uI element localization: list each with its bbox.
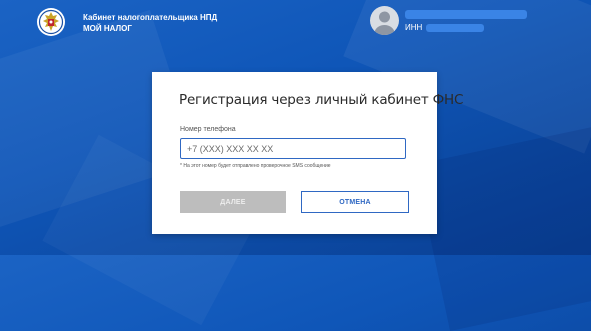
- user-inn: ИНН: [405, 23, 485, 32]
- fns-emblem-icon[interactable]: [36, 6, 66, 38]
- background-shape: [414, 118, 591, 331]
- phone-label: Номер телефона: [180, 126, 236, 133]
- brand-title: Кабинет налогоплательщика НПД МОЙ НАЛОГ: [83, 12, 217, 34]
- phone-hint: * На этот номер будет отправлено проверо…: [180, 163, 331, 169]
- cancel-button[interactable]: ОТМЕНА: [301, 191, 409, 213]
- registration-dialog: Регистрация через личный кабинет ФНС Ном…: [152, 72, 463, 234]
- phone-input[interactable]: [180, 138, 406, 159]
- brand-line2: МОЙ НАЛОГ: [83, 24, 132, 33]
- inn-label: ИНН: [405, 23, 423, 32]
- dialog-title: Регистрация через личный кабинет ФНС: [179, 92, 464, 108]
- user-avatar-icon[interactable]: [370, 6, 399, 35]
- inn-value-redacted: [426, 23, 485, 32]
- header: Кабинет налогоплательщика НПД МОЙ НАЛОГ …: [0, 0, 591, 46]
- brand-line1: Кабинет налогоплательщика НПД: [83, 13, 218, 22]
- next-button[interactable]: ДАЛЕЕ: [180, 191, 286, 213]
- user-name-redacted: [405, 10, 527, 19]
